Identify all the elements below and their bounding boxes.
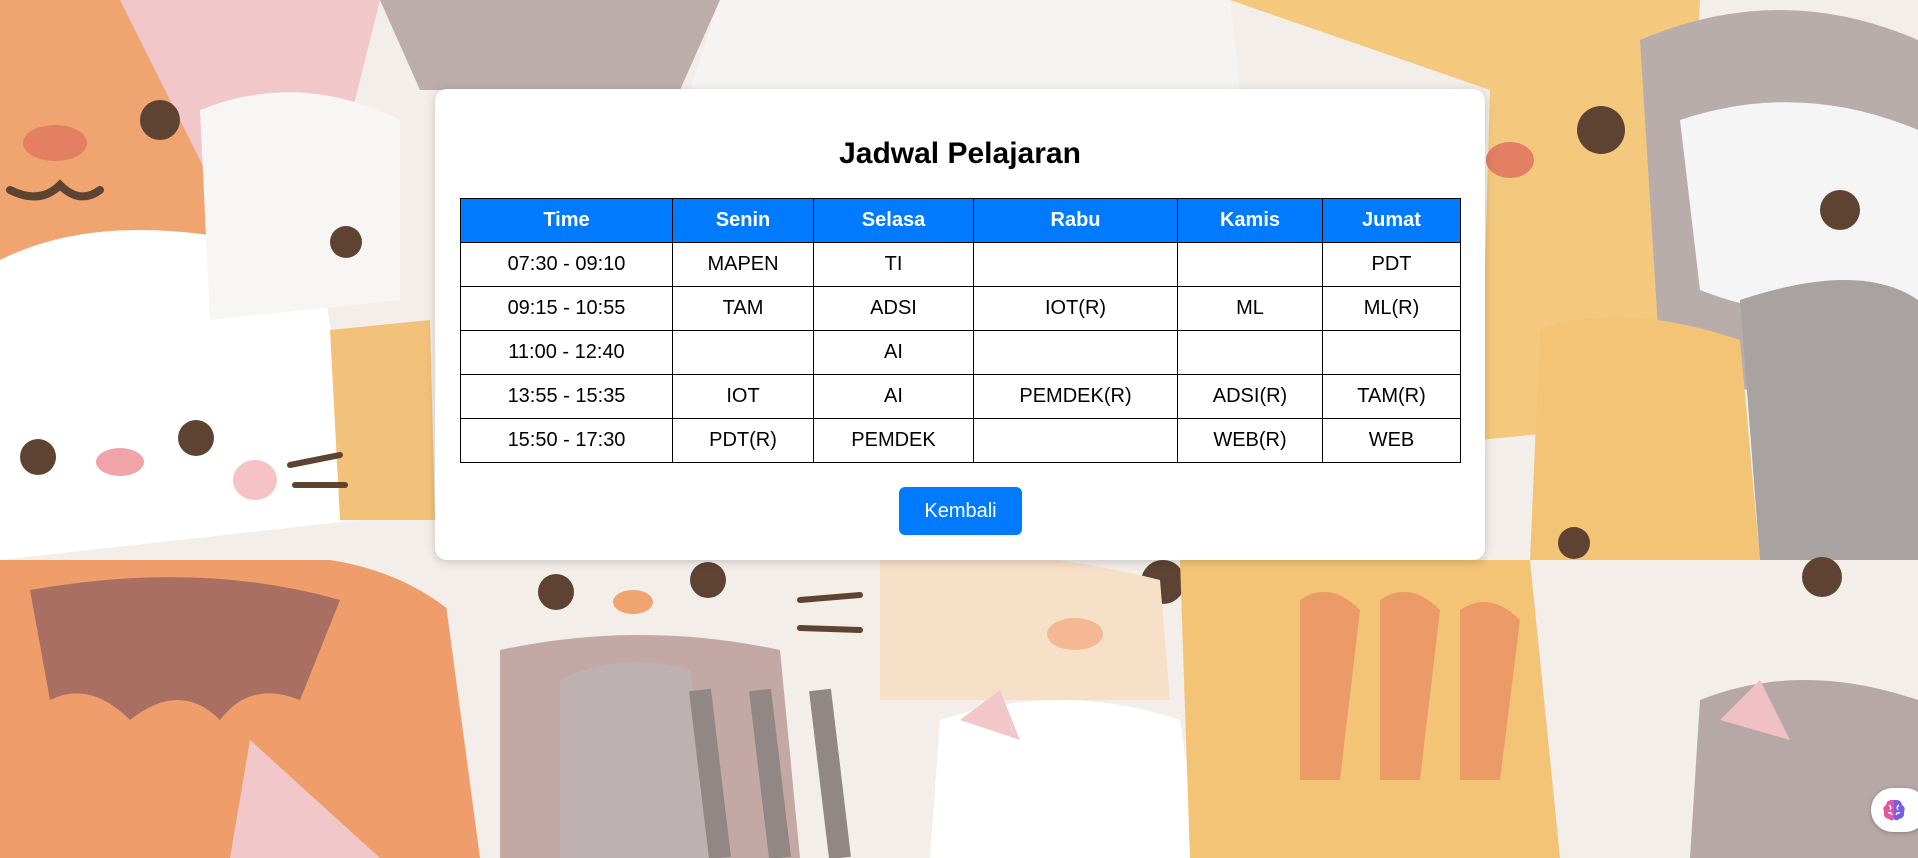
- page-title: Jadwal Pelajaran: [839, 137, 1081, 170]
- table-cell: MAPEN: [672, 242, 814, 287]
- table-cell: TAM(R): [1322, 374, 1461, 419]
- table-row: 13:55 - 15:35 IOT AI PEMDEK(R) ADSI(R) T…: [460, 374, 1461, 419]
- table-cell: ADSI: [813, 286, 974, 331]
- table-cell: AI: [813, 374, 974, 419]
- table-cell: [1177, 242, 1323, 287]
- column-header: Rabu: [973, 198, 1178, 243]
- schedule-card: Jadwal Pelajaran Time Senin Selasa Rabu …: [435, 89, 1485, 560]
- column-header: Senin: [672, 198, 814, 243]
- time-cell: 13:55 - 15:35: [460, 374, 673, 419]
- table-row: 07:30 - 09:10 MAPEN TI PDT: [460, 242, 1461, 287]
- table-cell: PEMDEK: [813, 418, 974, 463]
- table-cell: PEMDEK(R): [973, 374, 1178, 419]
- table-row: 09:15 - 10:55 TAM ADSI IOT(R) ML ML(R): [460, 286, 1461, 331]
- table-cell: [672, 330, 814, 375]
- table-cell: [973, 242, 1178, 287]
- table-cell: TAM: [672, 286, 814, 331]
- table-header-row: Time Senin Selasa Rabu Kamis Jumat: [460, 198, 1461, 243]
- table-row: 11:00 - 12:40 AI: [460, 330, 1461, 375]
- column-header: Selasa: [813, 198, 974, 243]
- extension-button[interactable]: [1871, 788, 1918, 832]
- time-cell: 07:30 - 09:10: [460, 242, 673, 287]
- column-header: Time: [460, 198, 673, 243]
- table-cell: [973, 418, 1178, 463]
- back-button[interactable]: Kembali: [899, 487, 1022, 535]
- schedule-table: Time Senin Selasa Rabu Kamis Jumat 07:30…: [460, 198, 1461, 463]
- column-header: Jumat: [1322, 198, 1461, 243]
- table-cell: AI: [813, 330, 974, 375]
- table-cell: IOT(R): [973, 286, 1178, 331]
- table-cell: PDT(R): [672, 418, 814, 463]
- table-cell: PDT: [1322, 242, 1461, 287]
- table-cell: ML(R): [1322, 286, 1461, 331]
- table-cell: [1177, 330, 1323, 375]
- time-cell: 11:00 - 12:40: [460, 330, 673, 375]
- table-cell: [973, 330, 1178, 375]
- time-cell: 15:50 - 17:30: [460, 418, 673, 463]
- brain-icon: [1883, 799, 1905, 821]
- table-cell: WEB: [1322, 418, 1461, 463]
- table-cell: WEB(R): [1177, 418, 1323, 463]
- column-header: Kamis: [1177, 198, 1323, 243]
- table-cell: [1322, 330, 1461, 375]
- table-cell: TI: [813, 242, 974, 287]
- table-cell: IOT: [672, 374, 814, 419]
- table-row: 15:50 - 17:30 PDT(R) PEMDEK WEB(R) WEB: [460, 418, 1461, 463]
- table-cell: ADSI(R): [1177, 374, 1323, 419]
- time-cell: 09:15 - 10:55: [460, 286, 673, 331]
- table-cell: ML: [1177, 286, 1323, 331]
